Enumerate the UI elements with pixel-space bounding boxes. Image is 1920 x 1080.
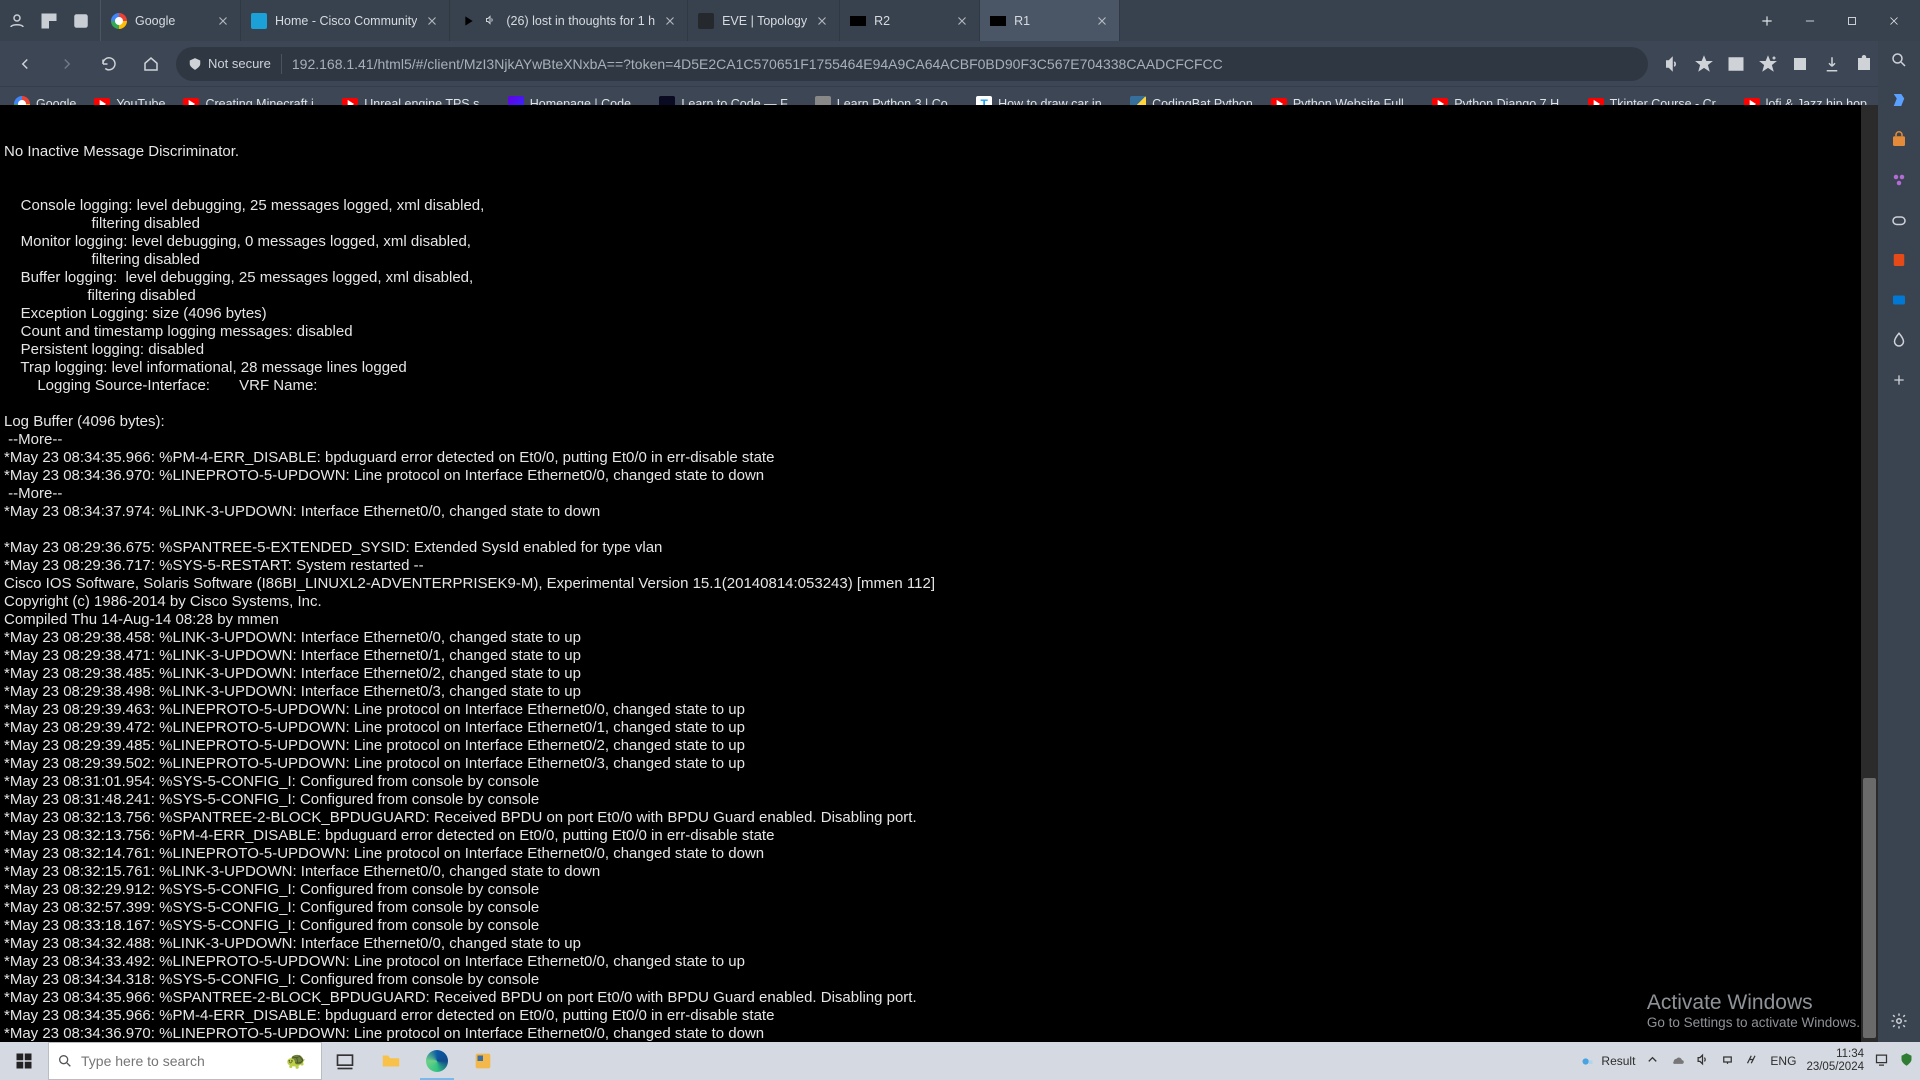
tray-chevron-icon[interactable] <box>1645 1052 1660 1070</box>
split-screen-icon[interactable] <box>1726 54 1746 74</box>
home-button[interactable] <box>134 47 168 81</box>
clock-date: 23/05/2024 <box>1806 1061 1864 1074</box>
tab-close-icon[interactable] <box>425 14 439 28</box>
tab-close-icon[interactable] <box>815 14 829 28</box>
tab-5[interactable]: R1 <box>980 0 1120 41</box>
terminal-scrollbar[interactable] <box>1861 105 1878 1042</box>
tab-favicon <box>698 13 714 29</box>
tab-favicon <box>850 13 866 29</box>
close-window-button[interactable] <box>1878 5 1910 37</box>
tab-4[interactable]: R2 <box>840 0 980 41</box>
putty-app[interactable] <box>460 1042 506 1080</box>
tab-actions-icon[interactable] <box>72 12 90 30</box>
sidebar-drop-icon[interactable] <box>1886 327 1912 353</box>
maximize-button[interactable] <box>1836 5 1868 37</box>
security-tray-icon[interactable] <box>1899 1052 1914 1070</box>
file-explorer-app[interactable] <box>368 1042 414 1080</box>
tab-3[interactable]: EVE | Topology <box>688 0 840 41</box>
scrollbar-thumb[interactable] <box>1863 778 1876 1038</box>
tab-0[interactable]: Google <box>101 0 241 41</box>
window-controls <box>1784 0 1920 41</box>
sidebar-office-icon[interactable] <box>1886 247 1912 273</box>
clock[interactable]: 11:34 23/05/2024 <box>1806 1048 1864 1074</box>
addr-separator <box>281 54 282 74</box>
downloads-icon[interactable] <box>1822 54 1842 74</box>
tab-close-icon[interactable] <box>955 14 969 28</box>
terminal[interactable]: No Inactive Message Discriminator. Conso… <box>0 105 1878 1042</box>
toolbar-right <box>1656 54 1912 74</box>
search-input[interactable] <box>81 1053 271 1069</box>
workspaces-icon[interactable] <box>40 12 58 30</box>
collections-icon[interactable] <box>1790 54 1810 74</box>
language-indicator[interactable]: ENG <box>1770 1054 1796 1068</box>
tab-close-icon[interactable] <box>1095 14 1109 28</box>
tab-label: (26) lost in thoughts for 1 h <box>506 14 655 28</box>
start-button[interactable] <box>0 1042 48 1080</box>
tab-label: R1 <box>1014 14 1087 28</box>
favorite-icon[interactable] <box>1694 54 1714 74</box>
notifications-icon[interactable] <box>1874 1052 1889 1070</box>
weather-label: Result <box>1601 1054 1635 1068</box>
audio-icon[interactable] <box>484 14 498 28</box>
tab-1[interactable]: Home - Cisco Community <box>241 0 450 41</box>
weather-widget[interactable]: Result <box>1580 1054 1635 1069</box>
taskbar-search[interactable]: 🐢 <box>48 1042 322 1080</box>
toolbar: Not secure 192.168.1.41/html5/#/client/M… <box>0 41 1920 86</box>
tab-close-icon[interactable] <box>216 14 230 28</box>
new-tab-button[interactable] <box>1750 0 1784 41</box>
sidebar-copilot-icon[interactable] <box>1886 87 1912 113</box>
extensions-icon[interactable] <box>1854 54 1874 74</box>
tab-label: EVE | Topology <box>722 14 807 28</box>
tab-label: Google <box>135 14 208 28</box>
tab-strip: Google Home - Cisco Community (26) lost in… <box>101 0 1750 41</box>
back-button[interactable] <box>8 47 42 81</box>
forward-button[interactable] <box>50 47 84 81</box>
profile-icon[interactable] <box>8 12 26 30</box>
tab-favicon <box>111 13 127 29</box>
favorites-list-icon[interactable] <box>1758 54 1778 74</box>
url-text: 192.168.1.41/html5/#/client/MzI3NjkAYwBt… <box>292 56 1636 72</box>
titlebar: Google Home - Cisco Community (26) lost in… <box>0 0 1920 41</box>
refresh-button[interactable] <box>92 47 126 81</box>
tab-favicon <box>460 13 476 29</box>
tab-favicon <box>251 13 267 29</box>
input-icon[interactable] <box>1745 1052 1760 1070</box>
tab-2[interactable]: (26) lost in thoughts for 1 h <box>450 0 688 41</box>
sidebar-search-icon[interactable] <box>1886 47 1912 73</box>
taskbar: 🐢 Result ENG 11:34 23/05/2024 <box>0 1042 1920 1080</box>
onedrive-icon[interactable] <box>1670 1052 1685 1070</box>
task-view-button[interactable] <box>322 1042 368 1080</box>
sidebar-games-icon[interactable] <box>1886 207 1912 233</box>
address-bar[interactable]: Not secure 192.168.1.41/html5/#/client/M… <box>176 47 1648 81</box>
sidebar-shopping-icon[interactable] <box>1886 127 1912 153</box>
tab-label: R2 <box>874 14 947 28</box>
tab-close-icon[interactable] <box>663 14 677 28</box>
clock-time: 11:34 <box>1806 1048 1864 1061</box>
terminal-output: No Inactive Message Discriminator. Conso… <box>4 143 1878 1042</box>
security-text: Not secure <box>208 56 271 71</box>
system-tray: Result ENG 11:34 23/05/2024 <box>1580 1042 1920 1080</box>
sidebar-outlook-icon[interactable] <box>1886 287 1912 313</box>
minimize-button[interactable] <box>1794 5 1826 37</box>
security-badge[interactable]: Not secure <box>188 56 271 71</box>
volume-icon[interactable] <box>1695 1052 1710 1070</box>
search-art-icon: 🐢 <box>271 1051 321 1071</box>
sidebar-tools-icon[interactable] <box>1886 167 1912 193</box>
edge-icon <box>426 1050 448 1072</box>
tab-label: Home - Cisco Community <box>275 14 417 28</box>
sidebar-plus-icon[interactable] <box>1886 367 1912 393</box>
sidebar-settings-icon[interactable] <box>1886 1008 1912 1034</box>
titlebar-left-icons <box>0 0 101 41</box>
edge-app[interactable] <box>414 1042 460 1080</box>
tab-favicon <box>990 13 1006 29</box>
edge-sidebar <box>1878 41 1920 1042</box>
network-icon[interactable] <box>1720 1052 1735 1070</box>
read-aloud-icon[interactable] <box>1662 54 1682 74</box>
